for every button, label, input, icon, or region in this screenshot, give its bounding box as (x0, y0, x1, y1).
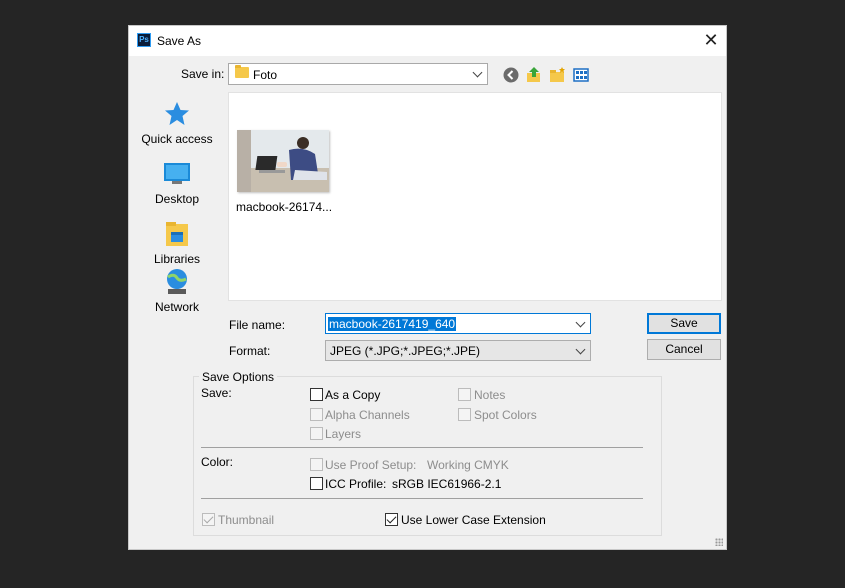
notes-label: Notes (474, 388, 506, 402)
resize-grip-icon[interactable] (715, 538, 723, 546)
save-in-value: Foto (253, 68, 278, 82)
section-divider (201, 498, 643, 499)
network-icon (167, 269, 187, 294)
thumbnail-label: Thumbnail (218, 513, 275, 527)
desktop-icon (164, 163, 190, 184)
chevron-down-icon (472, 67, 483, 78)
lower-case-extension-label[interactable]: Use Lower Case Extension (401, 513, 546, 527)
format-value: JPEG (*.JPG;*.JPEG;*.JPE) (330, 344, 481, 358)
layers-checkbox (310, 427, 323, 440)
place-label: Libraries (153, 252, 201, 266)
alpha-channels-label: Alpha Channels (325, 408, 410, 422)
chevron-down-icon[interactable] (575, 317, 586, 328)
spot-colors-checkbox (458, 408, 471, 421)
window-title: Save As (157, 34, 202, 48)
icc-profile-checkbox[interactable] (310, 477, 323, 490)
lower-case-extension-checkbox[interactable] (385, 513, 398, 526)
save-button[interactable]: Save (647, 313, 721, 334)
save-section-label: Save: (201, 386, 232, 400)
back-arrow-icon[interactable] (502, 66, 520, 84)
save-as-dialog: Ps Save As ✕ Save in: Foto Quick access … (128, 25, 727, 550)
as-a-copy-label[interactable]: As a Copy (325, 388, 380, 402)
file-list[interactable]: macbook-26174... (228, 92, 722, 301)
section-divider (201, 447, 643, 448)
save-in-dropdown[interactable]: Foto (228, 63, 488, 85)
spot-colors-label: Spot Colors (474, 408, 537, 422)
save-options-legend: Save Options (199, 370, 278, 384)
view-menu-icon[interactable] (572, 66, 590, 84)
file-name-input[interactable]: macbook-2617419_640 (325, 313, 591, 334)
icc-profile-label[interactable]: ICC Profile: (325, 477, 386, 491)
file-name-label[interactable]: macbook-26174... (236, 200, 332, 214)
cancel-button[interactable]: Cancel (647, 339, 721, 360)
save-in-label: Save in: (181, 67, 225, 81)
close-button[interactable]: ✕ (696, 26, 726, 56)
file-name-value: macbook-2617419_640 (328, 317, 457, 331)
place-label: Quick access (141, 132, 213, 146)
save-options-group (193, 376, 662, 536)
photo-thumbnail-icon (237, 130, 329, 192)
file-thumbnail[interactable] (237, 130, 329, 192)
icc-profile-value: sRGB IEC61966-2.1 (392, 477, 502, 491)
up-folder-icon[interactable] (525, 66, 543, 84)
photoshop-app-icon: Ps (137, 33, 151, 47)
alpha-channels-checkbox (310, 408, 323, 421)
use-proof-setup-label: Use Proof Setup: (325, 458, 417, 472)
new-folder-icon[interactable] (549, 66, 567, 84)
layers-label: Layers (325, 427, 362, 441)
star-icon (165, 102, 189, 125)
thumbnail-checkbox (202, 513, 215, 526)
notes-checkbox (458, 388, 471, 401)
proof-setup-value: Working CMYK (427, 458, 509, 472)
file-name-field-label: File name: (229, 318, 286, 332)
color-section-label: Color: (201, 455, 234, 469)
format-dropdown[interactable]: JPEG (*.JPG;*.JPEG;*.JPE) (325, 340, 591, 361)
as-a-copy-checkbox[interactable] (310, 388, 323, 401)
title-bar: Ps Save As ✕ (129, 26, 726, 56)
format-label: Format: (229, 344, 271, 358)
use-proof-setup-checkbox (310, 458, 323, 471)
folder-icon (235, 65, 249, 78)
place-label: Network (154, 300, 199, 314)
libraries-icon (166, 222, 188, 246)
chevron-down-icon (575, 344, 586, 355)
close-icon: ✕ (703, 30, 719, 50)
place-label: Desktop (154, 192, 200, 206)
